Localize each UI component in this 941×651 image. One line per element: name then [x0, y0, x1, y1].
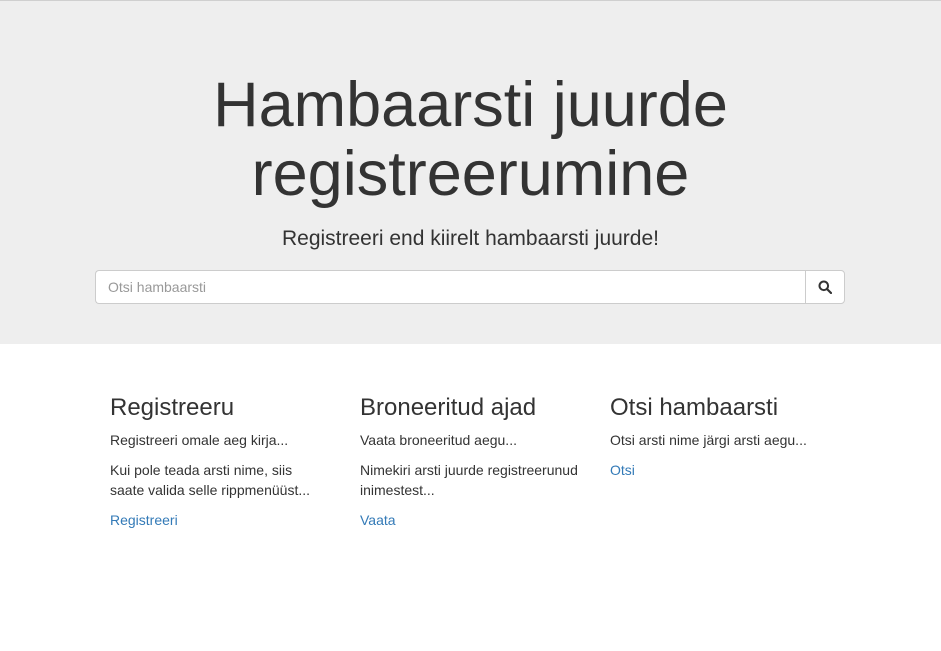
column-registreeru: Registreeru Registreeri omale aeg kirja.… [95, 393, 345, 530]
otsi-link[interactable]: Otsi [610, 460, 635, 480]
vaata-link[interactable]: Vaata [360, 510, 396, 530]
column-text: Kui pole teada arsti nime, siis saate va… [110, 462, 310, 498]
column-title: Registreeru [110, 394, 235, 421]
page-title: Hambaarsti juurde registreerumine [213, 70, 728, 209]
column-text: Vaata broneeritud aegu... [360, 432, 517, 448]
column-otsi-hambaarsti: Otsi hambaarsti Otsi arsti nime järgi ar… [595, 393, 845, 530]
column-title: Otsi hambaarsti [610, 394, 779, 421]
column-text: Otsi arsti nime järgi arsti aegu... [610, 432, 807, 448]
page-subtitle: Registreeri end kiirelt hambaarsti juurd… [281, 227, 659, 250]
search-button[interactable] [805, 270, 845, 304]
column-text: Nimekiri arsti juurde registreerunud ini… [360, 462, 578, 498]
column-text: Registreeri omale aeg kirja... [110, 432, 289, 448]
hero-section: Hambaarsti juurde registreerumine Regist… [0, 1, 941, 344]
column-broneeritud-ajad: Broneeritud ajad Vaata broneeritud aegu.… [345, 393, 595, 530]
search-icon [818, 280, 832, 294]
registreeri-link[interactable]: Registreeri [110, 510, 178, 530]
column-title: Broneeritud ajad [360, 394, 537, 421]
search-bar [95, 270, 845, 304]
search-input[interactable] [95, 270, 805, 304]
feature-columns: Registreeru Registreeri omale aeg kirja.… [0, 393, 941, 530]
